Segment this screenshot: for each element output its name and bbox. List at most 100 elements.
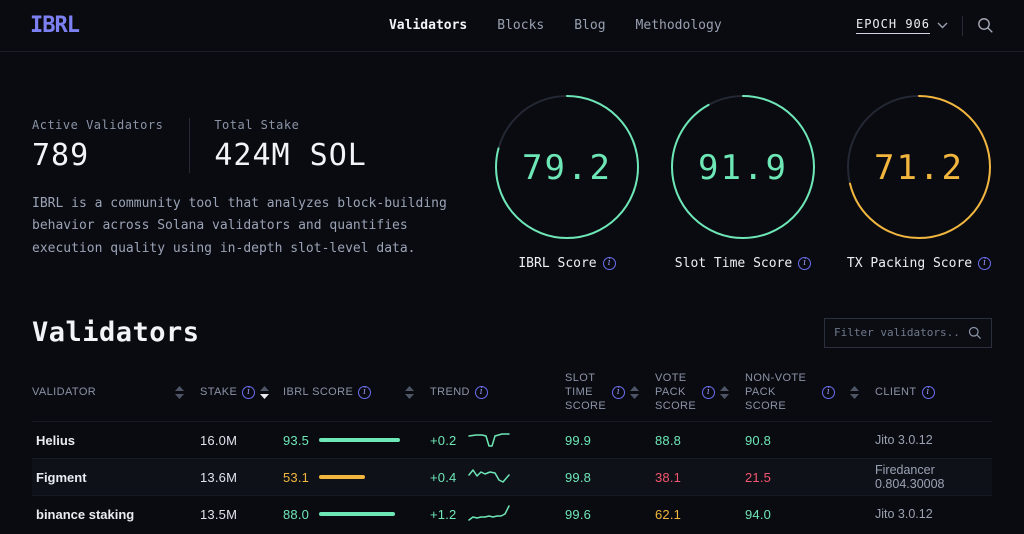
nav-link-blog[interactable]: Blog [574,18,605,33]
ibrl-score-bar [319,438,405,442]
trend-sparkline [468,503,510,525]
epoch-selector[interactable]: EPOCH 906 [856,17,948,34]
network-stats: Active Validators 789 Total Stake 424M S… [32,118,462,173]
search-icon [968,326,982,340]
validator-name[interactable]: Helius [32,433,200,448]
ibrl-score-value: 93.5 [283,433,309,448]
column-label: VOTE PACK SCORE [655,372,697,413]
info-icon[interactable]: i [475,386,488,399]
table-row[interactable]: Figment 13.6M 53.1 +0.4 99.8 38.1 21.5 F… [32,458,992,495]
trend-sparkline [468,466,510,488]
ibrl-score-value: 53.1 [283,470,309,485]
nav-divider [962,16,963,36]
client-version: Jito 3.0.12 [875,507,992,521]
sort-icon[interactable] [630,386,639,399]
nav-right: EPOCH 906 [856,16,994,36]
column-header-slot-time-score[interactable]: SLOT TIME SCORE i [565,372,655,413]
gauge-label: TX Packing Score [847,256,972,271]
sort-icon[interactable] [850,386,859,399]
column-header-ibrl-score[interactable]: IBRL SCOREi [283,386,430,400]
top-nav: IBRL Validators Blocks Blog Methodology … [0,0,1024,52]
app-logo[interactable]: IBRL [30,13,79,38]
info-icon[interactable]: i [822,386,835,399]
slot-time-score: 99.9 [565,433,655,448]
info-icon[interactable]: i [702,386,715,399]
search-button[interactable] [977,17,994,34]
column-label: SLOT TIME SCORE [565,372,607,413]
slot-time-score: 99.6 [565,507,655,522]
vote-pack-score: 88.8 [655,433,745,448]
column-label: STAKE [200,386,237,400]
vote-pack-score: 62.1 [655,507,745,522]
info-icon[interactable]: i [922,386,935,399]
sort-icon[interactable] [260,386,269,399]
nav-link-methodology[interactable]: Methodology [636,18,722,33]
validator-name[interactable]: binance staking [32,507,200,522]
epoch-label: EPOCH 906 [856,17,930,34]
ibrl-score-bar [319,475,405,479]
sort-icon[interactable] [720,386,729,399]
info-icon[interactable]: i [358,386,371,399]
non-vote-pack-score: 21.5 [745,470,875,485]
sort-icon[interactable] [405,386,414,399]
stake-value: 13.6M [200,470,283,485]
slot-time-score: 99.8 [565,470,655,485]
stat-total-stake: Total Stake 424M SOL [189,118,393,173]
info-icon[interactable]: i [978,257,991,270]
info-icon[interactable]: i [798,257,811,270]
section-title: Validators [32,317,200,348]
validator-name[interactable]: Figment [32,470,200,485]
column-label: CLIENT [875,386,917,400]
info-icon[interactable]: i [612,386,625,399]
stat-value: 789 [32,138,163,173]
table-row[interactable]: Helius 16.0M 93.5 +0.2 99.9 88.8 90.8 Ji… [32,421,992,458]
vote-pack-score: 38.1 [655,470,745,485]
stat-label: Total Stake [214,118,367,132]
trend-value: +0.2 [430,433,456,448]
column-header-stake[interactable]: STAKE i [200,386,283,400]
nav-link-blocks[interactable]: Blocks [497,18,544,33]
table-body: Helius 16.0M 93.5 +0.2 99.9 88.8 90.8 Ji… [32,421,992,532]
ibrl-score-value: 88.0 [283,507,309,522]
hero-left: Active Validators 789 Total Stake 424M S… [32,118,462,271]
gauge-label: IBRL Score [518,256,596,271]
ibrl-score-cell: 93.5 [283,433,430,448]
trend-cell: +0.2 [430,429,565,451]
trend-cell: +1.2 [430,503,565,525]
score-gauges: 79.2 IBRL Score i 91.9 Slot Time Scorei 7… [492,92,994,271]
ibrl-score-bar [319,512,405,516]
table-header-row: VALIDATOR STAKEi IBRL SCOREi TRENDiSLOT … [32,368,992,421]
app-description: IBRL is a community tool that analyzes b… [32,193,462,260]
trend-value: +0.4 [430,470,456,485]
stat-value: 424M SOL [214,138,367,173]
column-header-non-vote-pack-score[interactable]: NON-VOTE PACK SCORE i [745,372,875,413]
validators-table: VALIDATOR STAKEi IBRL SCOREi TRENDiSLOT … [32,368,992,532]
gauge-ibrl-score: 79.2 IBRL Score i [492,92,642,271]
gauge-ring: 79.2 [492,92,642,242]
info-icon[interactable]: i [603,257,616,270]
nav-link-validators[interactable]: Validators [389,18,467,33]
validators-section: Validators VALIDATOR STAKEi IBRL SCOREi … [0,317,1024,532]
gauge-slot-time-score: 91.9 Slot Time Scorei [668,92,818,271]
non-vote-pack-score: 94.0 [745,507,875,522]
hero-section: Active Validators 789 Total Stake 424M S… [0,52,1024,271]
column-header-vote-pack-score[interactable]: VOTE PACK SCORE i [655,372,745,413]
sort-icon[interactable] [175,386,184,399]
main-nav: Validators Blocks Blog Methodology [389,18,722,33]
column-label: TREND [430,386,470,400]
client-version: Firedancer 0.804.30008 [875,463,992,491]
column-label: NON-VOTE PACK SCORE [745,372,817,413]
gauge-value: 91.9 [698,148,788,188]
stat-label: Active Validators [32,118,163,132]
gauge-tx-packing-score: 71.2 TX Packing Scorei [844,92,994,271]
table-row[interactable]: binance staking 13.5M 88.0 +1.2 99.6 62.… [32,495,992,532]
info-icon[interactable]: i [242,386,255,399]
column-header-client: CLIENT i [875,386,992,400]
search-icon [977,17,994,34]
trend-value: +1.2 [430,507,456,522]
gauge-value: 79.2 [522,148,612,188]
column-header-validator[interactable]: VALIDATOR [32,386,200,400]
filter-validators-input[interactable] [834,326,962,339]
ibrl-score-cell: 88.0 [283,507,430,522]
chevron-down-icon [937,22,948,29]
